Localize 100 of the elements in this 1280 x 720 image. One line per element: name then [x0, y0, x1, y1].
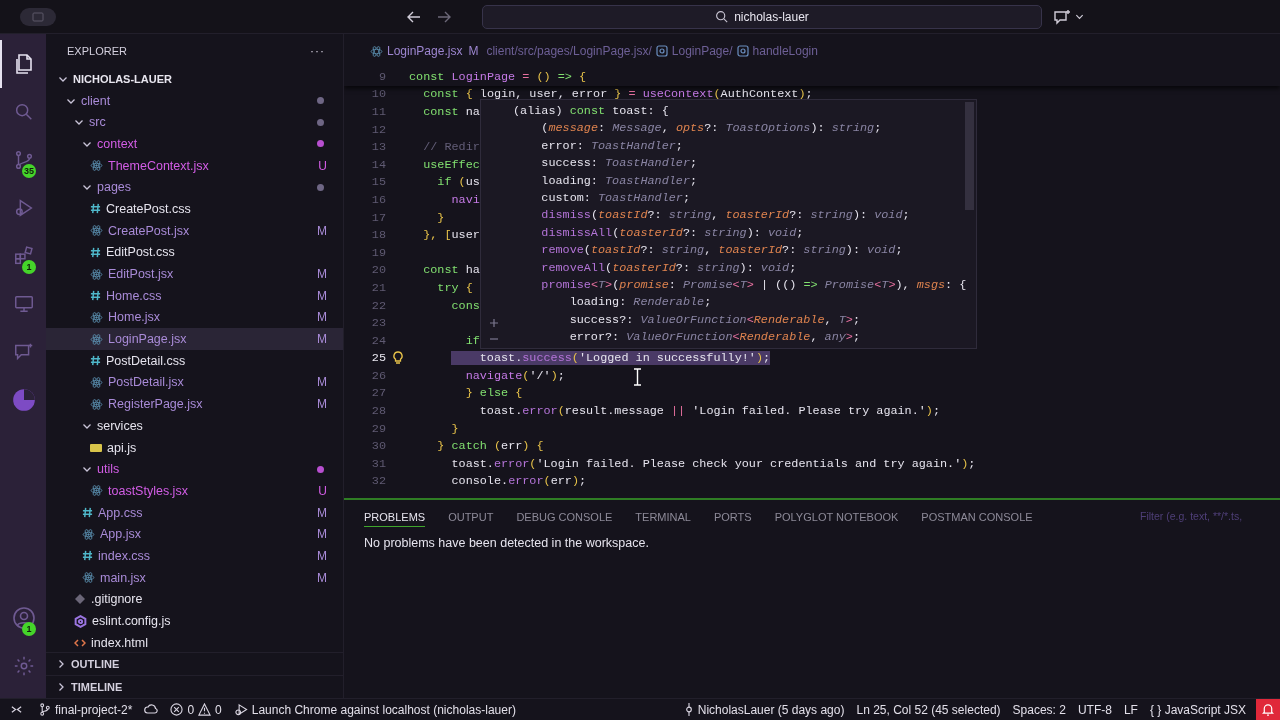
- item-label: utils: [97, 462, 121, 477]
- item-label: ThemeContext.jsx: [108, 158, 210, 173]
- change-dot-icon: [317, 118, 324, 126]
- language-button[interactable]: { } JavaScript JSX: [1143, 699, 1252, 720]
- status-item[interactable]: Spaces: 2: [1006, 699, 1072, 720]
- change-dot-icon: [317, 183, 324, 191]
- item-label: PostDetail.css: [106, 353, 187, 368]
- launch-config-button[interactable]: Launch Chrome against localhost (nicholas-lauer): [227, 699, 522, 720]
- panel-tab[interactable]: PORTS: [713, 505, 752, 527]
- command-center[interactable]: nicholas-lauer: [482, 4, 1042, 29]
- line-number: 24: [370, 333, 386, 348]
- folder-item[interactable]: src: [46, 111, 343, 134]
- file-item[interactable]: toastStyles.jsx U: [46, 480, 343, 502]
- file-item[interactable]: .gitignore: [46, 588, 343, 611]
- change-dot-icon: [317, 97, 324, 105]
- tooltip-line: (alias) const toast: {: [513, 103, 670, 120]
- code-line: }: [450, 421, 459, 436]
- blame-button[interactable]: NicholasLauer (5 days ago): [677, 699, 851, 720]
- pie-chart-icon[interactable]: [11, 387, 37, 413]
- file-item[interactable]: api.js: [46, 436, 343, 459]
- chevron-down-icon[interactable]: [1075, 12, 1084, 21]
- chat-icon[interactable]: [13, 341, 35, 363]
- file-item[interactable]: index.css M: [46, 545, 343, 567]
- status-item[interactable]: UTF-8: [1071, 699, 1118, 720]
- file-item[interactable]: App.jsx M: [46, 523, 343, 546]
- git-status: M: [317, 397, 327, 412]
- folder-item[interactable]: utils: [46, 458, 343, 481]
- react-atom-icon: [370, 44, 383, 58]
- scrollbar-thumb[interactable]: [965, 102, 974, 210]
- file-item[interactable]: ThemeContext.jsx U: [46, 154, 343, 177]
- status-item[interactable]: LF: [1117, 699, 1144, 720]
- react-atom-icon: [90, 310, 103, 324]
- count-badge: 1: [22, 260, 36, 274]
- status-item[interactable]: Ln 25, Col 52 (45 selected): [850, 699, 1007, 720]
- notification-button[interactable]: [1256, 699, 1280, 720]
- file-item[interactable]: App.css M: [46, 501, 343, 524]
- code-line: try {: [436, 280, 473, 295]
- branch-button[interactable]: final-project-2*: [33, 699, 139, 720]
- folder-item[interactable]: context: [46, 133, 343, 155]
- more-actions-button[interactable]: ···: [310, 44, 325, 58]
- change-dot-icon: [317, 140, 324, 148]
- line-number: 19: [370, 245, 386, 260]
- section-title: TIMELINE: [71, 681, 123, 693]
- file-item[interactable]: main.jsx M: [46, 566, 343, 589]
- file-item[interactable]: PostDetail.jsx M: [46, 371, 343, 394]
- run-debug-icon[interactable]: [13, 197, 35, 219]
- react-atom-icon: [90, 332, 103, 346]
- file-item[interactable]: CreatePost.jsx M: [46, 219, 343, 242]
- folder-item[interactable]: services: [46, 415, 343, 437]
- folder-item[interactable]: NICHOLAS-LAUER: [46, 68, 343, 90]
- item-label: CreatePost.jsx: [108, 223, 191, 238]
- folder-item[interactable]: client: [46, 89, 343, 112]
- file-item[interactable]: LoginPage.jsx M: [46, 328, 343, 350]
- tooltip-line: promise<T>(promise: Promise<T> | (() => Promise<T>), msgs: {: [540, 276, 968, 294]
- code-line: toast.error('Login failed. Please check your credentials and try again.');: [450, 456, 976, 471]
- file-item[interactable]: Home.jsx M: [46, 306, 343, 329]
- file-item[interactable]: RegisterPage.jsx M: [46, 393, 343, 415]
- folder-item[interactable]: pages: [46, 176, 343, 199]
- settings-icon[interactable]: [13, 655, 35, 677]
- plus-icon[interactable]: [489, 318, 499, 328]
- git-status: U: [318, 483, 327, 498]
- code-line: const { login, user, error } = useContext(AuthContext);: [422, 87, 813, 102]
- remote-explorer-icon[interactable]: [13, 293, 35, 315]
- file-item[interactable]: EditPost.jsx M: [46, 263, 343, 285]
- commit-icon: [683, 703, 694, 716]
- panel-tab[interactable]: OUTPUT: [448, 505, 494, 527]
- tooltip-line: success: ToastHandler;: [540, 155, 699, 173]
- lightbulb-icon[interactable]: [391, 351, 404, 366]
- line-number: 18: [370, 228, 386, 243]
- problems-button[interactable]: 0 0: [164, 699, 228, 720]
- file-item[interactable]: eslint.config.js: [46, 610, 343, 632]
- chat-sparkle-icon[interactable]: [1054, 8, 1072, 25]
- search-icon[interactable]: [13, 101, 35, 123]
- breadcrumb-file[interactable]: LoginPage.jsx: [387, 44, 463, 58]
- file-item[interactable]: PostDetail.css: [46, 349, 343, 372]
- file-item[interactable]: Home.css M: [46, 284, 343, 307]
- item-label: index.css: [98, 548, 152, 563]
- panel-tab[interactable]: DEBUG CONSOLE: [516, 505, 613, 527]
- filter-field[interactable]: Filter (e.g. text, **/*.ts,: [1140, 510, 1280, 522]
- panel-tab[interactable]: TERMINAL: [635, 505, 691, 527]
- file-item[interactable]: index.html: [46, 631, 343, 652]
- layout-toggle-icon[interactable]: [20, 7, 56, 26]
- section-header[interactable]: OUTLINE: [46, 652, 343, 675]
- panel-tab[interactable]: POLYGLOT NOTEBOOK: [774, 505, 899, 527]
- panel-tab[interactable]: POSTMAN CONSOLE: [921, 505, 1033, 527]
- cloud-sync-icon: [144, 703, 159, 716]
- line-number: 26: [370, 368, 386, 383]
- line-number: 10: [370, 87, 386, 102]
- file-item[interactable]: CreatePost.css: [46, 198, 343, 220]
- line-number: 29: [370, 421, 386, 436]
- tooltip-line: remove(toastId?: string, toasterId?: string): void;: [540, 242, 904, 260]
- panel-tab[interactable]: PROBLEMS: [364, 505, 426, 527]
- tooltip-line: removeAll(toasterId?: string): void;: [540, 259, 798, 277]
- account-icon[interactable]: [12, 606, 36, 630]
- code-brackets-icon: [74, 636, 86, 649]
- git-status: M: [468, 44, 479, 58]
- file-item[interactable]: EditPost.css: [46, 241, 343, 264]
- line-number: 15: [370, 175, 386, 190]
- line-number: 17: [370, 210, 386, 225]
- react-atom-icon: [90, 159, 103, 173]
